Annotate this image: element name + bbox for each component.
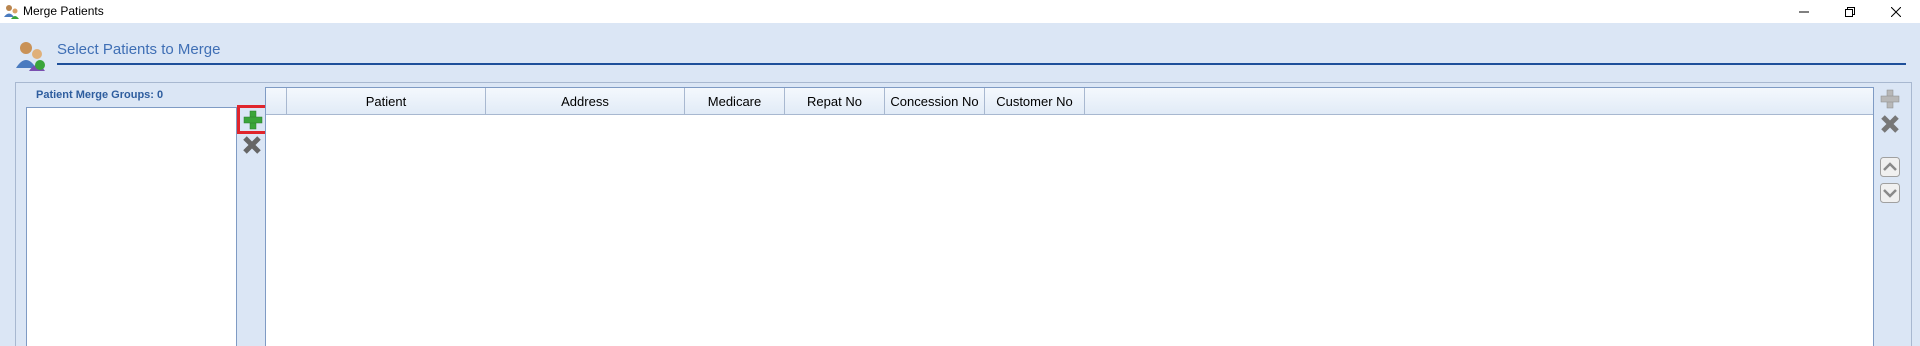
close-icon <box>1891 6 1901 17</box>
column-header-address[interactable]: Address <box>486 88 685 115</box>
merge-groups-list[interactable] <box>26 107 237 346</box>
remove-patient-button[interactable] <box>1878 112 1902 136</box>
merge-patients-icon <box>16 42 45 71</box>
chevron-down-icon <box>1880 183 1900 203</box>
column-header-concession-no[interactable]: Concession No <box>885 88 985 115</box>
page-title: Select Patients to Merge <box>57 41 221 58</box>
column-header-medicare[interactable]: Medicare <box>685 88 785 115</box>
merge-groups-label: Patient Merge Groups: 0 <box>36 89 164 101</box>
column-header-select[interactable] <box>266 88 287 115</box>
close-button[interactable] <box>1873 0 1919 23</box>
header-divider <box>57 63 1906 65</box>
merge-patients-app-icon <box>4 5 19 19</box>
delete-group-button[interactable] <box>240 133 264 157</box>
minimize-button[interactable] <box>1781 0 1827 23</box>
move-down-button[interactable] <box>1878 181 1902 205</box>
restore-button[interactable] <box>1827 0 1873 23</box>
minimize-icon <box>1799 11 1809 12</box>
delete-x-icon <box>243 136 261 154</box>
plus-icon <box>1880 89 1900 109</box>
plus-icon <box>243 110 262 129</box>
patients-table[interactable]: Patient Address Medicare Repat No Conces… <box>265 87 1874 346</box>
add-patient-button[interactable] <box>1878 87 1902 111</box>
window-titlebar: Merge Patients <box>0 0 1920 23</box>
chevron-up-icon <box>1880 157 1900 177</box>
add-group-button[interactable] <box>237 105 268 134</box>
table-header-row: Patient Address Medicare Repat No Conces… <box>266 88 1873 115</box>
restore-icon <box>1845 6 1855 17</box>
column-header-customer-no[interactable]: Customer No <box>985 88 1085 115</box>
move-up-button[interactable] <box>1878 155 1902 179</box>
column-header-patient[interactable]: Patient <box>287 88 486 115</box>
column-header-repat-no[interactable]: Repat No <box>785 88 885 115</box>
window-title: Merge Patients <box>23 4 104 18</box>
delete-x-icon <box>1881 115 1899 133</box>
